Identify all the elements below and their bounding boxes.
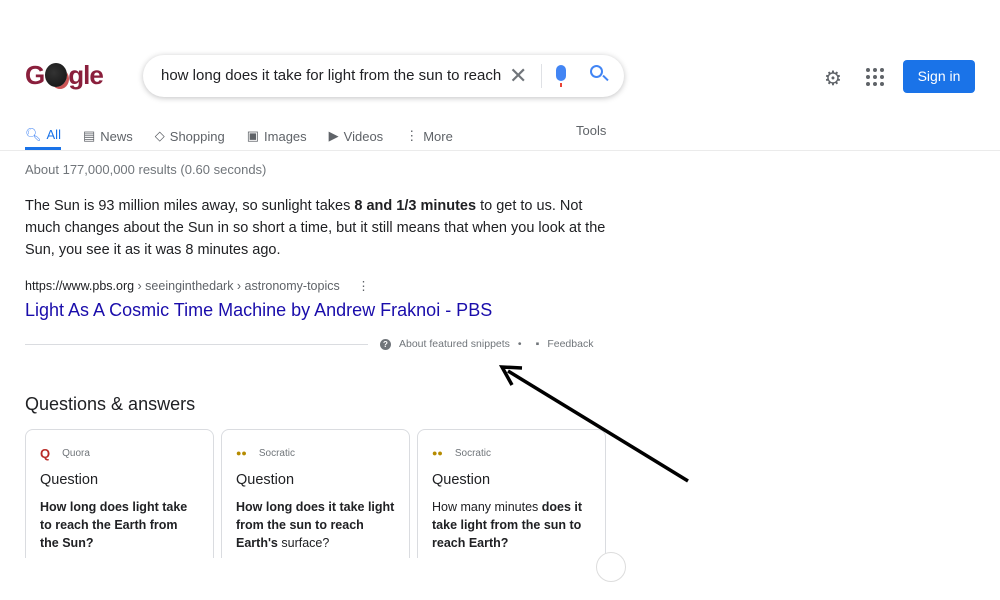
annotation-arrow (498, 365, 689, 483)
